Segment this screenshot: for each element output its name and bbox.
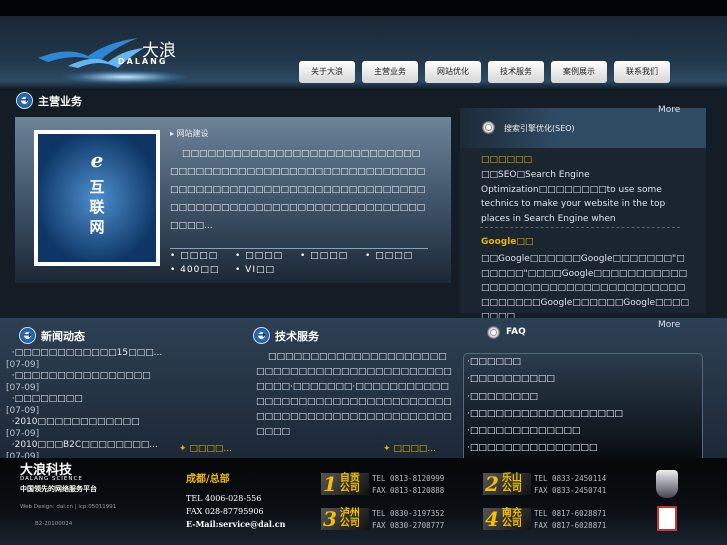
news-item[interactable]: ·□□□□□□□□□□□□15□□□... [07-09]	[6, 348, 246, 371]
nav-contact[interactable]: 联系我们	[614, 61, 670, 83]
image-text: 联	[89, 198, 105, 216]
branch-1: 1 自贡 公司 TEL 0813-8120999 FAX 0813-8120888	[321, 472, 445, 496]
link-1[interactable]: • □□□□	[170, 251, 218, 261]
seo-item-text: □□SEO□Search Engine Optimization□□□□□□□□…	[481, 170, 666, 224]
news-header: → 新闻动态	[19, 327, 85, 344]
faq-item[interactable]: ·□□□□□□□□	[464, 389, 702, 406]
logo-en: DALANG	[118, 57, 168, 66]
faq-list: ·□□□□□□ ·□□□□□□□□□□ ·□□□□□□□□ ·□□□□□□□□□…	[463, 353, 703, 470]
sub-title[interactable]: ▸ 网站建设	[170, 128, 209, 139]
divider	[170, 248, 428, 249]
branch-2: 2 乐山 公司 TEL 0833-2450114 FAX 0833-2450741	[483, 472, 607, 496]
nav-about[interactable]: 关于大浪	[299, 61, 355, 83]
tech-header: → 技术服务	[253, 327, 319, 344]
tech-text: □□□□□□□□□□□□□□□□□□□□□□□□□□□□□□□□□□□□□□□□…	[256, 352, 452, 437]
internet-image[interactable]: e 互 联 网	[34, 130, 160, 266]
seo-title: 搜索引擎优化(SEO)	[504, 124, 575, 133]
image-text: 互	[89, 178, 105, 196]
branch-4: 4 南充 公司 TEL 0817-6028871 FAX 0817-6028871	[483, 507, 607, 531]
faq-item[interactable]: ·□□□□□□□□□□□□□	[464, 423, 702, 440]
link-5[interactable]: • 400□□	[170, 265, 219, 275]
nav-seo[interactable]: 网站优化	[425, 61, 481, 83]
arrow-icon: →	[19, 327, 36, 344]
link-2[interactable]: • □□□□	[235, 251, 283, 261]
google-item-text: □□Google□□□□□□Google□□□□□□□"□□□□□□"□□□□G…	[481, 254, 690, 322]
news-title: 新闻动态	[41, 329, 85, 343]
nav-cases[interactable]: 案例展示	[551, 61, 607, 83]
hq-email[interactable]: E-Mail:service@dal.cn	[186, 519, 285, 529]
arrow-icon: →	[16, 92, 33, 109]
footer-slogan: 中国领先的网络服务平台	[20, 484, 97, 493]
footer-icp2: B2-20100024	[35, 521, 73, 527]
seo-item-title[interactable]: □□□□□□	[481, 155, 532, 165]
link-6[interactable]: • VI□□	[235, 265, 275, 275]
main-section-header: → 主营业务	[16, 92, 82, 109]
news-item[interactable]: ·2010□□□□□□□□□□□□ [07-09]	[6, 417, 246, 440]
faq-more-link[interactable]: More	[658, 320, 680, 330]
link-4[interactable]: • □□□□	[365, 251, 413, 261]
branch-3: 3 泸州 公司 TEL 0830-3197352 FAX 0830-2708777	[321, 507, 445, 531]
hq-tel: TEL 4006-028-556	[186, 494, 262, 503]
dashed-divider	[480, 227, 680, 228]
circle-icon	[482, 121, 495, 134]
logo-glow	[60, 70, 190, 84]
nav-business[interactable]: 主营业务	[362, 61, 418, 83]
faq-item[interactable]: ·□□□□□□□□□□□□□□□	[464, 440, 702, 457]
footer-brand-en: DALANG SCIENCE	[20, 476, 83, 482]
tech-title: 技术服务	[275, 329, 319, 343]
news-more-link[interactable]: ✦ □□□□...	[179, 444, 232, 454]
hq-title: 成都/总部	[186, 474, 230, 485]
news-item[interactable]: ·□□□□□□□□ [07-09]	[6, 394, 246, 417]
faq-item[interactable]: ·□□□□□□	[464, 354, 702, 371]
business-paragraph: □□□□□□□□□□□□□□□□□□□□□□□□□□□□□□□□□□□□□□□□…	[170, 149, 426, 231]
certificate-badge-icon[interactable]	[657, 506, 677, 531]
hq-fax: FAX 028-87795906	[186, 507, 264, 516]
image-text: 网	[89, 218, 105, 236]
police-badge-icon[interactable]	[656, 470, 678, 498]
top-bar	[0, 0, 727, 16]
faq-title: FAQ	[506, 327, 526, 337]
seo-more-link[interactable]: More	[658, 105, 680, 115]
google-item-title[interactable]: Google□□	[481, 237, 533, 247]
circle-icon	[487, 326, 500, 339]
footer-icp: Web Design: dal.cn | icp:05011991	[20, 504, 117, 510]
link-3[interactable]: • □□□□	[300, 251, 348, 261]
faq-item[interactable]: ·□□□□□□□□□□□□□□□□□□	[464, 406, 702, 423]
tech-more-link[interactable]: ✦ □□□□...	[383, 444, 436, 454]
image-text: e	[90, 148, 104, 172]
arrow-icon: →	[253, 327, 270, 344]
sub-title-label: 网站建设	[176, 129, 209, 138]
nav-tech[interactable]: 技术服务	[488, 61, 544, 83]
news-item[interactable]: ·□□□□□□□□□□□□□□□□ [07-09]	[6, 371, 246, 394]
faq-item[interactable]: ·□□□□□□□□□□	[464, 371, 702, 388]
section-title: 主营业务	[38, 94, 82, 108]
